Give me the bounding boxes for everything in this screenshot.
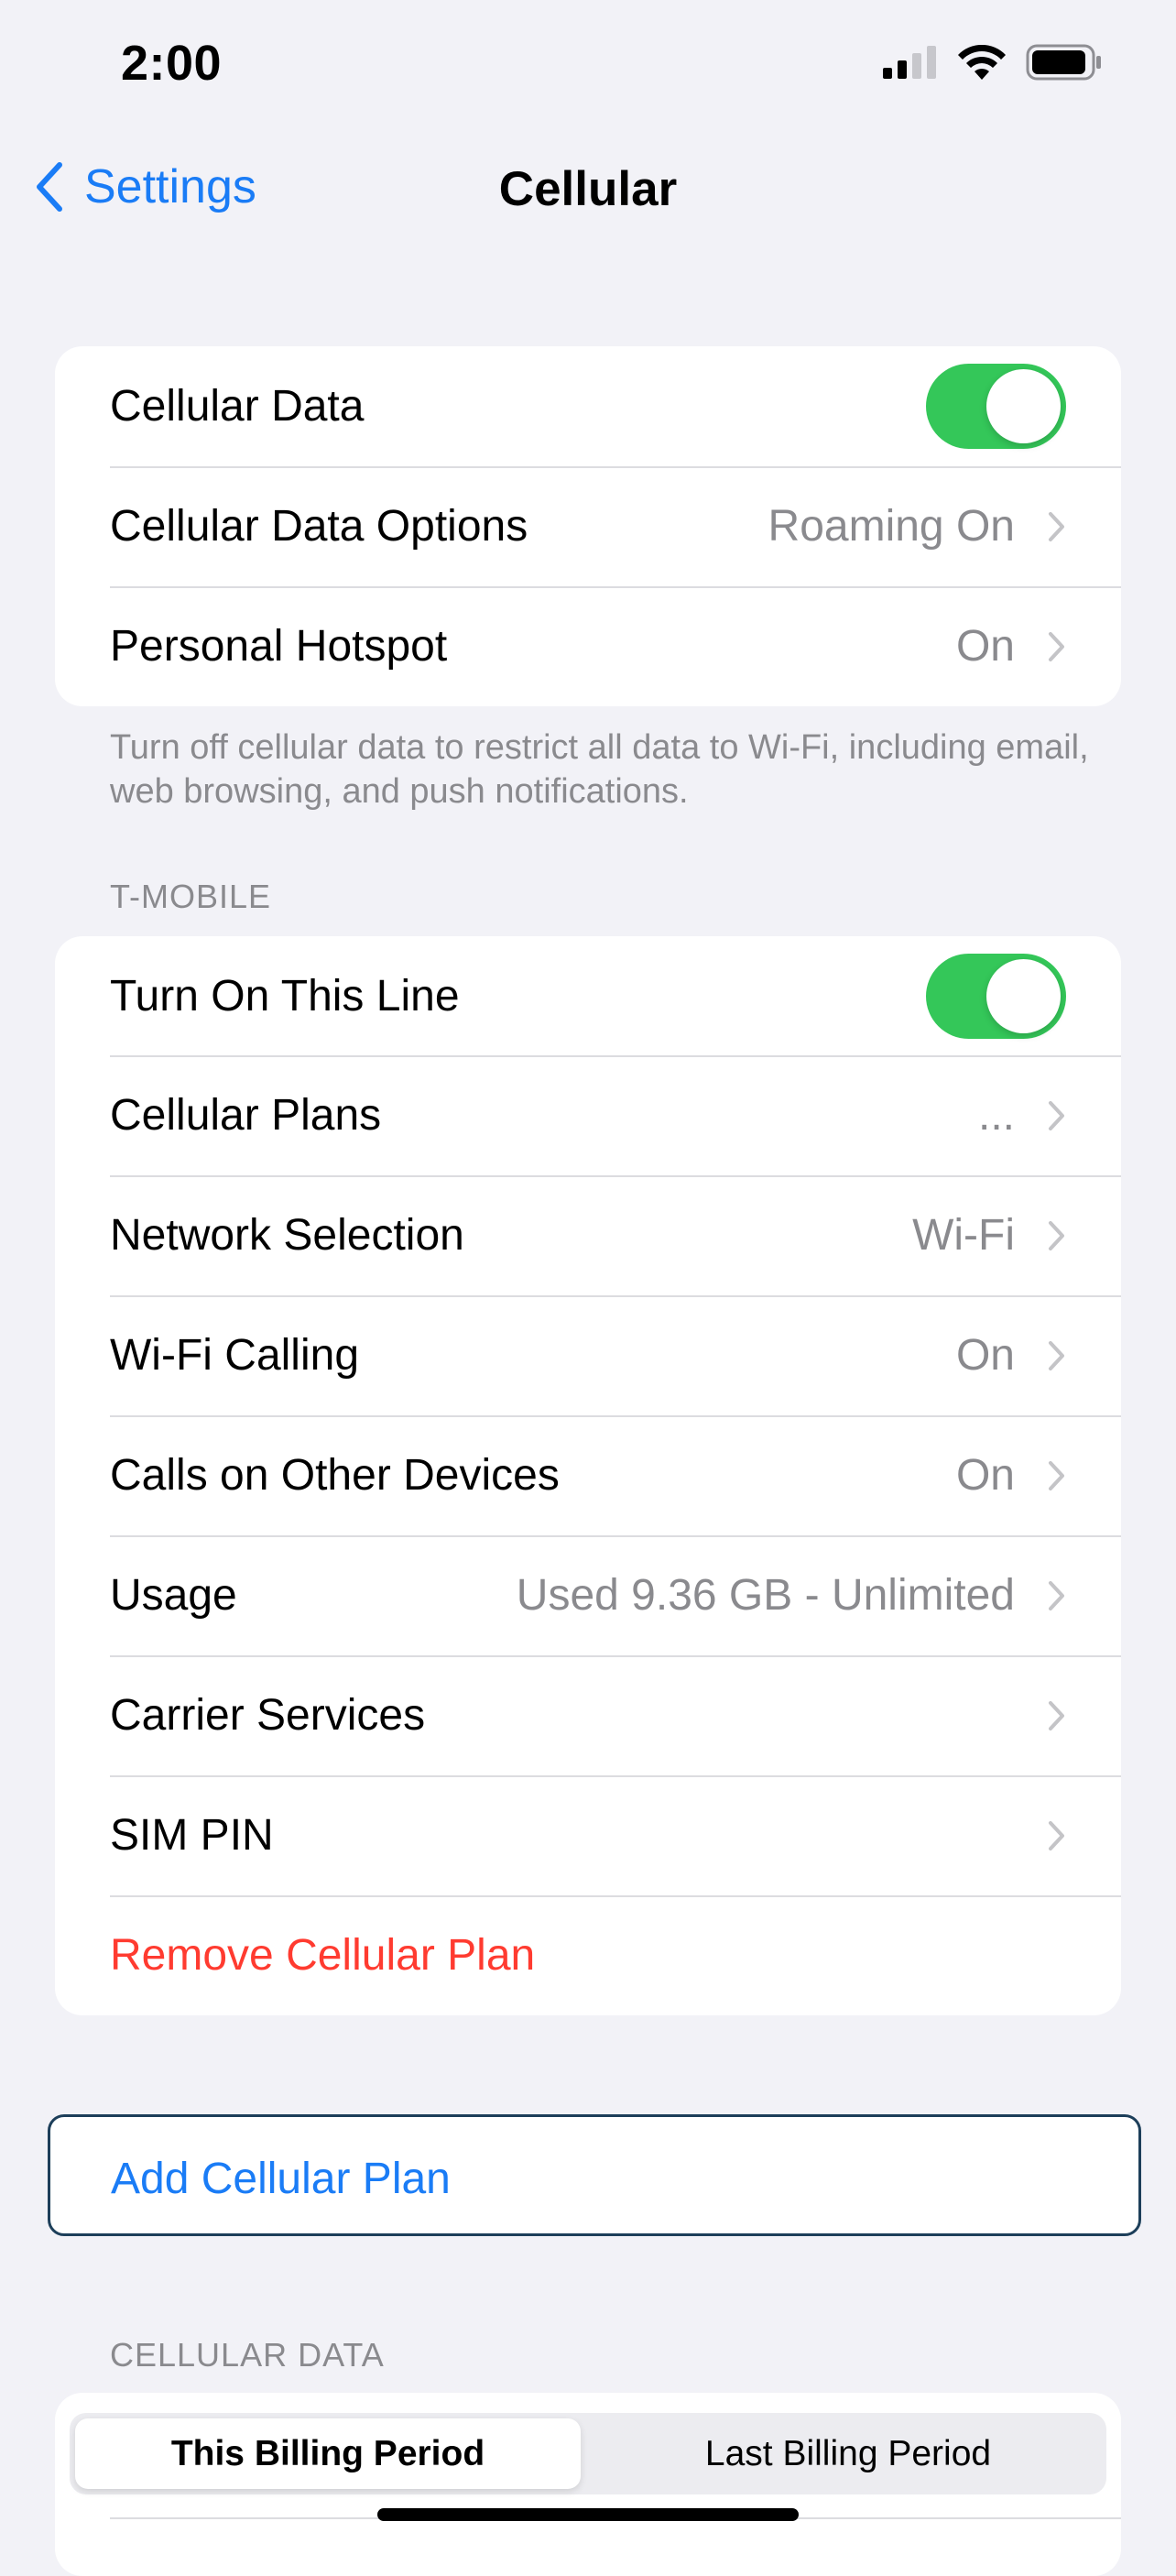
chevron-right-icon — [1049, 1460, 1064, 1490]
chevron-right-icon — [1049, 631, 1064, 661]
usage-row[interactable]: Usage Used 9.36 GB - Unlimited — [55, 1535, 1121, 1655]
cellular-data-footer: Turn off cellular data to restrict all d… — [110, 728, 1089, 811]
row-label: Usage — [110, 1571, 237, 1620]
wifi-calling-row[interactable]: Wi-Fi Calling On — [55, 1295, 1121, 1415]
row-label: Calls on Other Devices — [110, 1451, 560, 1500]
personal-hotspot-row[interactable]: Personal Hotspot On — [55, 586, 1121, 706]
cellular-data-options-row[interactable]: Cellular Data Options Roaming On — [55, 466, 1121, 586]
row-value: ... — [977, 1091, 1015, 1140]
segment-this-billing-period[interactable]: This Billing Period — [75, 2418, 581, 2489]
page-title: Cellular — [498, 162, 678, 216]
chevron-right-icon — [1049, 1100, 1064, 1130]
cellular-plans-row[interactable]: Cellular Plans ... — [55, 1055, 1121, 1175]
section-header-tmobile: T-MOBILE — [110, 878, 272, 915]
sim-pin-row[interactable]: SIM PIN — [55, 1775, 1121, 1895]
row-label: Personal Hotspot — [110, 622, 448, 671]
toggle-knob — [986, 958, 1061, 1033]
row-label: Cellular Data — [110, 382, 365, 431]
row-value: Roaming On — [768, 502, 1015, 551]
chevron-right-icon — [1049, 1700, 1064, 1730]
cellular-data-usage-card: This Billing Period Last Billing Period — [55, 2393, 1121, 2576]
add-cellular-plan-label: Add Cellular Plan — [111, 2155, 451, 2203]
row-label: Cellular Data Options — [110, 502, 528, 551]
remove-cellular-plan-button[interactable]: Remove Cellular Plan — [110, 1930, 535, 1981]
row-label: Turn On This Line — [110, 971, 460, 1021]
home-indicator[interactable] — [377, 2508, 799, 2521]
battery-icon — [1026, 44, 1101, 81]
row-label: Wi-Fi Calling — [110, 1331, 360, 1380]
section-header-cellular-data: CELLULAR DATA — [110, 2336, 385, 2374]
carrier-services-row[interactable]: Carrier Services — [55, 1655, 1121, 1775]
turn-on-line-toggle[interactable] — [926, 953, 1066, 1039]
wifi-icon — [958, 45, 1006, 80]
row-label: SIM PIN — [110, 1811, 274, 1860]
chevron-right-icon — [1049, 1580, 1064, 1610]
row-label: Carrier Services — [110, 1691, 426, 1740]
remove-cellular-plan-row[interactable]: Remove Cellular Plan — [55, 1895, 1121, 2015]
segment-last-billing-period[interactable]: Last Billing Period — [595, 2418, 1101, 2489]
status-time: 2:00 — [121, 36, 223, 91]
navigation-bar: Settings Cellular — [0, 147, 1176, 238]
cellular-data-row: Cellular Data — [55, 346, 1121, 466]
chevron-right-icon — [1049, 511, 1064, 541]
add-cellular-plan-button[interactable]: Add Cellular Plan — [48, 2114, 1141, 2236]
status-icons — [883, 44, 1103, 81]
cellular-data-group: Cellular Data Cellular Data Options Roam… — [55, 346, 1121, 706]
row-value: On — [955, 1451, 1015, 1500]
turn-on-line-row: Turn On This Line — [55, 936, 1121, 1055]
cellular-signal-icon — [883, 46, 936, 79]
row-value: On — [955, 1331, 1015, 1380]
chevron-right-icon — [1049, 1820, 1064, 1850]
row-label: Cellular Plans — [110, 1091, 382, 1140]
row-label: Network Selection — [110, 1211, 464, 1260]
toggle-knob — [986, 369, 1061, 443]
row-value: Used 9.36 GB - Unlimited — [516, 1571, 1015, 1620]
cellular-data-toggle[interactable] — [926, 364, 1066, 449]
row-value: On — [955, 622, 1015, 671]
chevron-right-icon — [1049, 1220, 1064, 1250]
calls-other-devices-row[interactable]: Calls on Other Devices On — [55, 1415, 1121, 1535]
chevron-right-icon — [1049, 1340, 1064, 1370]
tmobile-group: Turn On This Line Cellular Plans ... Net… — [55, 936, 1121, 2015]
status-bar: 2:00 — [0, 0, 1176, 137]
billing-period-segmented-control: This Billing Period Last Billing Period — [70, 2413, 1106, 2494]
network-selection-row[interactable]: Network Selection Wi-Fi — [55, 1175, 1121, 1295]
row-value: Wi-Fi — [912, 1211, 1015, 1260]
